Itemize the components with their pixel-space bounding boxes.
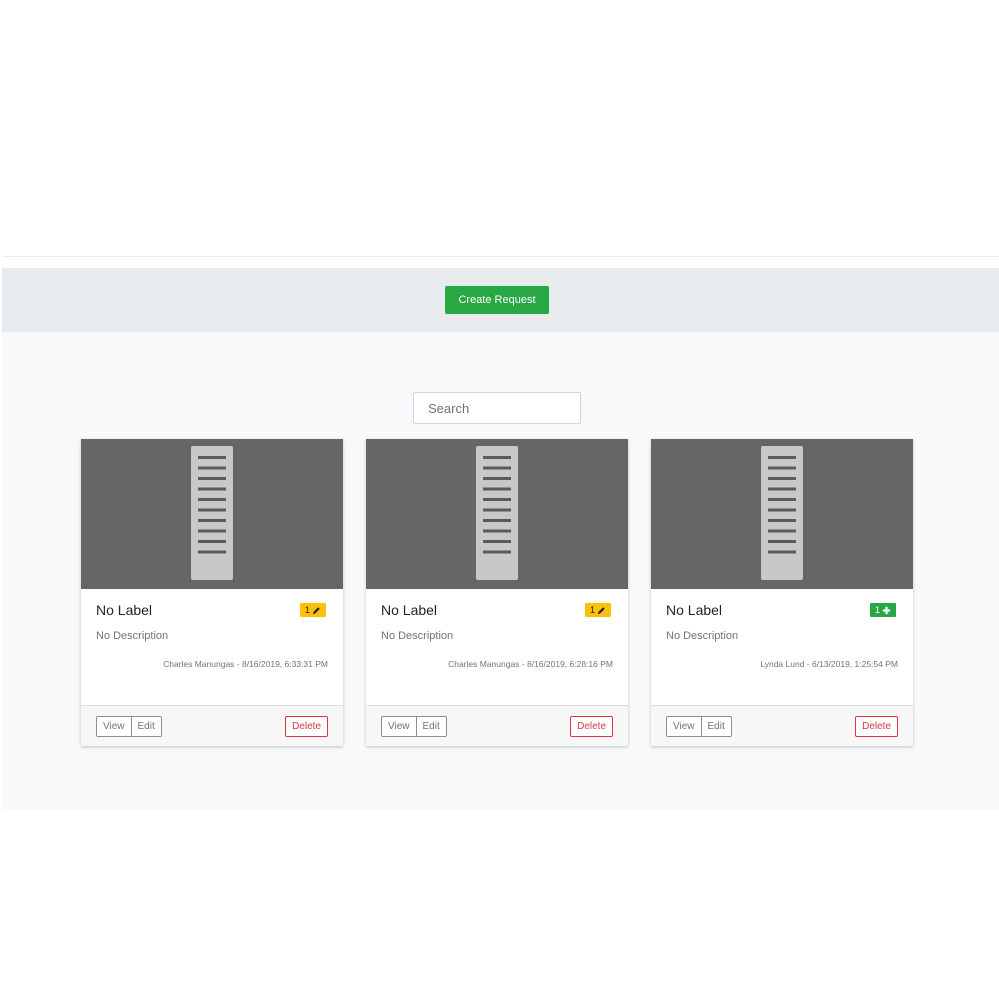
search-input[interactable] xyxy=(413,392,581,424)
view-button[interactable]: View xyxy=(96,716,132,737)
card-title: No Label xyxy=(96,602,153,618)
card-thumbnail xyxy=(651,439,913,589)
card-footer: View Edit Delete xyxy=(366,705,628,746)
delete-button[interactable]: Delete xyxy=(855,716,898,737)
archive-file-icon xyxy=(191,446,233,580)
card-description: No Description xyxy=(666,630,739,642)
pencil-icon xyxy=(312,606,321,615)
badge-count: 1 xyxy=(589,605,595,615)
card-description: No Description xyxy=(381,630,454,642)
request-list-section: No Label 1 No Description Charles Manung… xyxy=(2,332,999,810)
edit-button[interactable]: Edit xyxy=(416,716,447,737)
archive-file-icon xyxy=(761,446,803,580)
card-title: No Label xyxy=(381,602,438,618)
view-button[interactable]: View xyxy=(381,716,417,737)
card-author-timestamp: Lynda Lund - 6/13/2019, 1:25:54 PM xyxy=(760,659,898,669)
add-count-badge: 1 xyxy=(869,603,896,617)
request-card: No Label 1 No Description Charles Manung… xyxy=(366,439,628,746)
card-author-timestamp: Charles Manungas - 8/16/2019, 6:28:16 PM xyxy=(448,659,613,669)
request-card: No Label 1 No Description Charles Manung… xyxy=(81,439,343,746)
action-bar: Create Request xyxy=(2,268,999,332)
archive-file-icon xyxy=(476,446,518,580)
view-button[interactable]: View xyxy=(666,716,702,737)
card-description: No Description xyxy=(96,630,169,642)
card-title: No Label xyxy=(666,602,723,618)
card-body: No Label 1 No Description Charles Manung… xyxy=(381,589,613,705)
card-author-timestamp: Charles Manungas - 8/16/2019, 6:33:31 PM xyxy=(163,659,328,669)
edit-count-badge: 1 xyxy=(299,603,326,617)
pencil-icon xyxy=(597,606,606,615)
card-thumbnail xyxy=(81,439,343,589)
card-thumbnail xyxy=(366,439,628,589)
badge-count: 1 xyxy=(874,605,880,615)
request-card: No Label 1 No Description Lynda Lund - 6… xyxy=(651,439,913,746)
card-action-group: View Edit xyxy=(381,716,447,737)
plus-icon xyxy=(882,606,891,615)
card-footer: View Edit Delete xyxy=(651,705,913,746)
create-request-button[interactable]: Create Request xyxy=(445,286,549,314)
card-body: No Label 1 No Description Charles Manung… xyxy=(96,589,328,705)
card-body: No Label 1 No Description Lynda Lund - 6… xyxy=(666,589,898,705)
badge-count: 1 xyxy=(304,605,310,615)
card-action-group: View Edit xyxy=(96,716,162,737)
delete-button[interactable]: Delete xyxy=(285,716,328,737)
edit-count-badge: 1 xyxy=(584,603,611,617)
card-action-group: View Edit xyxy=(666,716,732,737)
card-footer: View Edit Delete xyxy=(81,705,343,746)
delete-button[interactable]: Delete xyxy=(570,716,613,737)
edit-button[interactable]: Edit xyxy=(701,716,732,737)
edit-button[interactable]: Edit xyxy=(131,716,162,737)
header-divider xyxy=(2,256,999,257)
